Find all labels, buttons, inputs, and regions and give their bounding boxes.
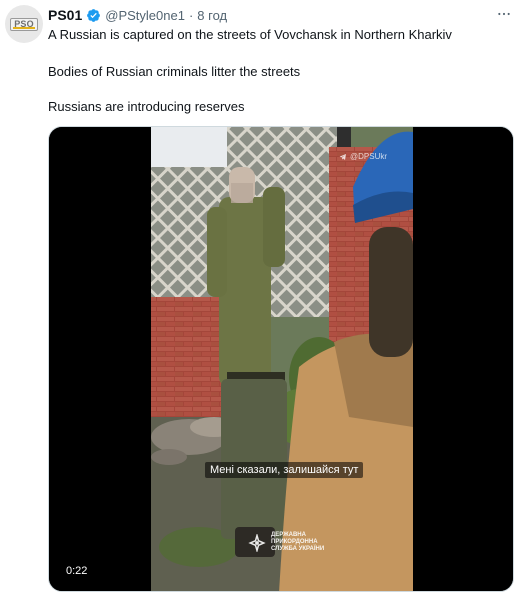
trident-emblem-icon — [247, 533, 267, 553]
avatar-logo-bar — [13, 26, 35, 29]
video-watermark: @DPSUkr — [339, 152, 387, 161]
agency-name: ДЕРЖАВНА ПРИКОРДОННА СЛУЖБА УКРАЇНИ — [271, 532, 324, 553]
video-player[interactable]: @DPSUkr Мені сказали, залишайся тут ДЕРЖ… — [48, 126, 514, 592]
agency-logo: ДЕРЖАВНА ПРИКОРДОННА СЛУЖБА УКРАЇНИ — [247, 532, 324, 553]
tweet-text-line-3: Russians are introducing reserves — [48, 99, 245, 114]
agency-line-1: ДЕРЖАВНА — [271, 532, 306, 538]
video-frame — [49, 127, 513, 591]
tweet-text-line-2: Bodies of Russian criminals litter the s… — [48, 64, 301, 79]
handle[interactable]: @PStyle0ne1 — [105, 8, 185, 23]
video-subtitle: Мені сказали, залишайся тут — [205, 462, 364, 478]
display-name[interactable]: PS01 — [48, 7, 82, 23]
agency-line-3: СЛУЖБА УКРАЇНИ — [271, 546, 325, 552]
verified-badge-icon — [86, 8, 101, 23]
timestamp[interactable]: 8 год — [197, 8, 227, 23]
watermark-text: @DPSUkr — [350, 152, 388, 161]
tweet-text-line-1: A Russian is captured on the streets of … — [48, 27, 452, 42]
tweet[interactable]: PSO PS01 @PStyle0ne1 · 8 год A Russian i… — [0, 0, 522, 601]
avatar-logo: PSO — [10, 17, 38, 31]
tweet-header: PS01 @PStyle0ne1 · 8 год — [48, 6, 227, 24]
avatar[interactable]: PSO — [5, 5, 43, 43]
agency-line-2: ПРИКОРДОННА — [271, 539, 318, 545]
telegram-icon — [339, 153, 346, 160]
separator-dot: · — [188, 7, 194, 23]
more-horizontal-icon[interactable] — [494, 4, 514, 24]
video-duration: 0:22 — [62, 563, 92, 579]
